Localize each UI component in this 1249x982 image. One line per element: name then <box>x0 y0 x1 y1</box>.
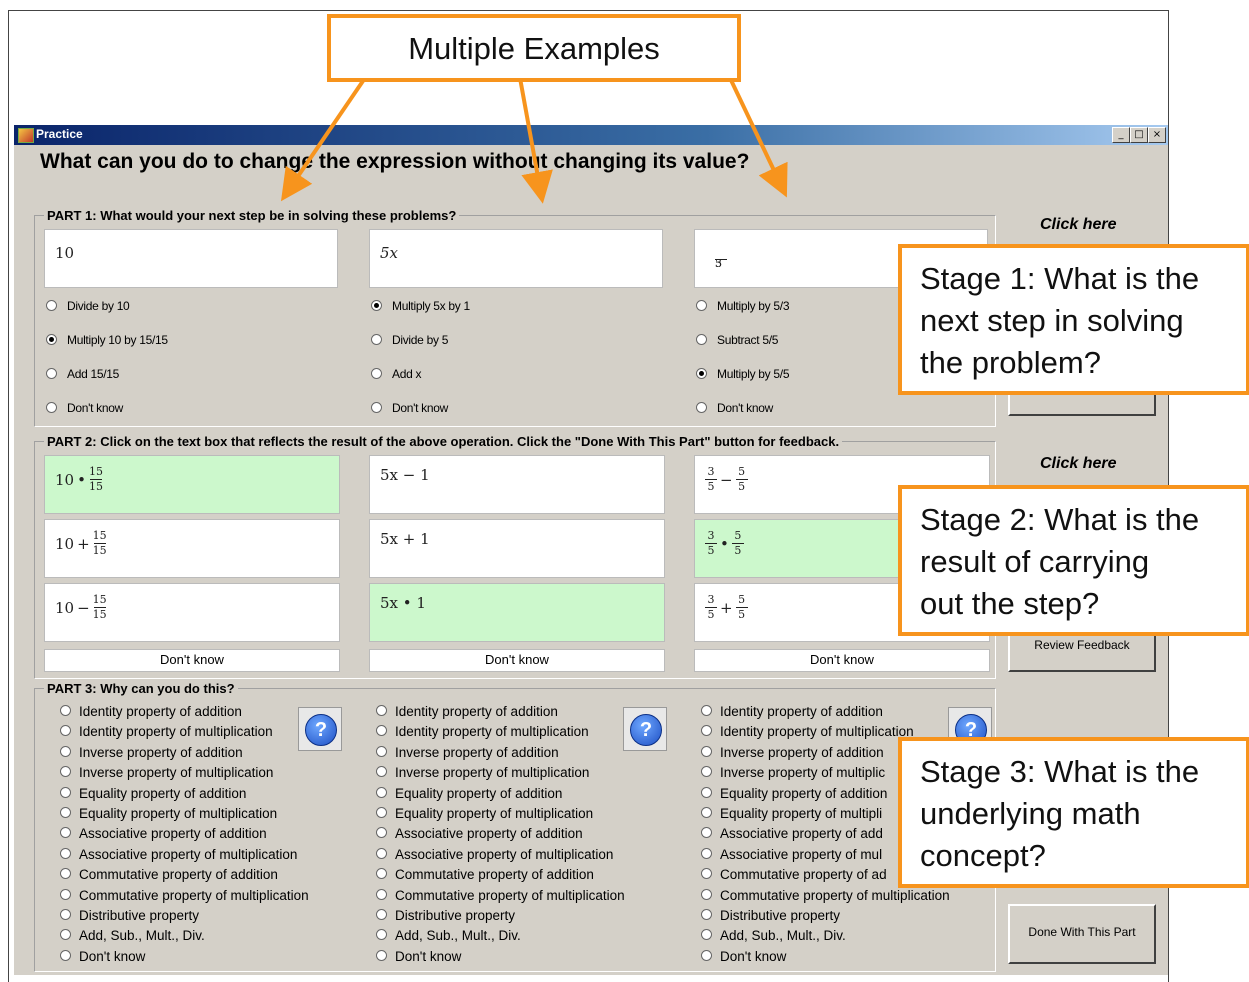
stage1-line-3: the problem? <box>920 345 1101 380</box>
stage2-line-1: Stage 2: What is the <box>920 502 1200 537</box>
stage3-line-1: Stage 3: What is the <box>920 754 1200 789</box>
stage2-line-3: out the step? <box>920 586 1100 621</box>
stage1-line-1: Stage 1: What is the <box>920 261 1200 296</box>
multiple-examples-callout: Multiple Examples <box>327 14 741 82</box>
stage2-line-2: result of carrying <box>920 544 1150 579</box>
stage3-line-3: concept? <box>920 838 1046 873</box>
stage3-line-2: underlying math <box>920 796 1141 831</box>
stage3-callout: Stage 3: What is the underlying math con… <box>898 737 1249 888</box>
stage2-callout: Stage 2: What is the result of carrying … <box>898 485 1249 636</box>
arrow-to-example-2 <box>518 77 553 204</box>
stage1-callout: Stage 1: What is the next step in solvin… <box>898 244 1249 395</box>
stage1-line-2: next step in solving <box>920 303 1184 338</box>
arrow-to-example-3 <box>728 77 788 198</box>
arrow-to-example-1 <box>280 76 367 202</box>
